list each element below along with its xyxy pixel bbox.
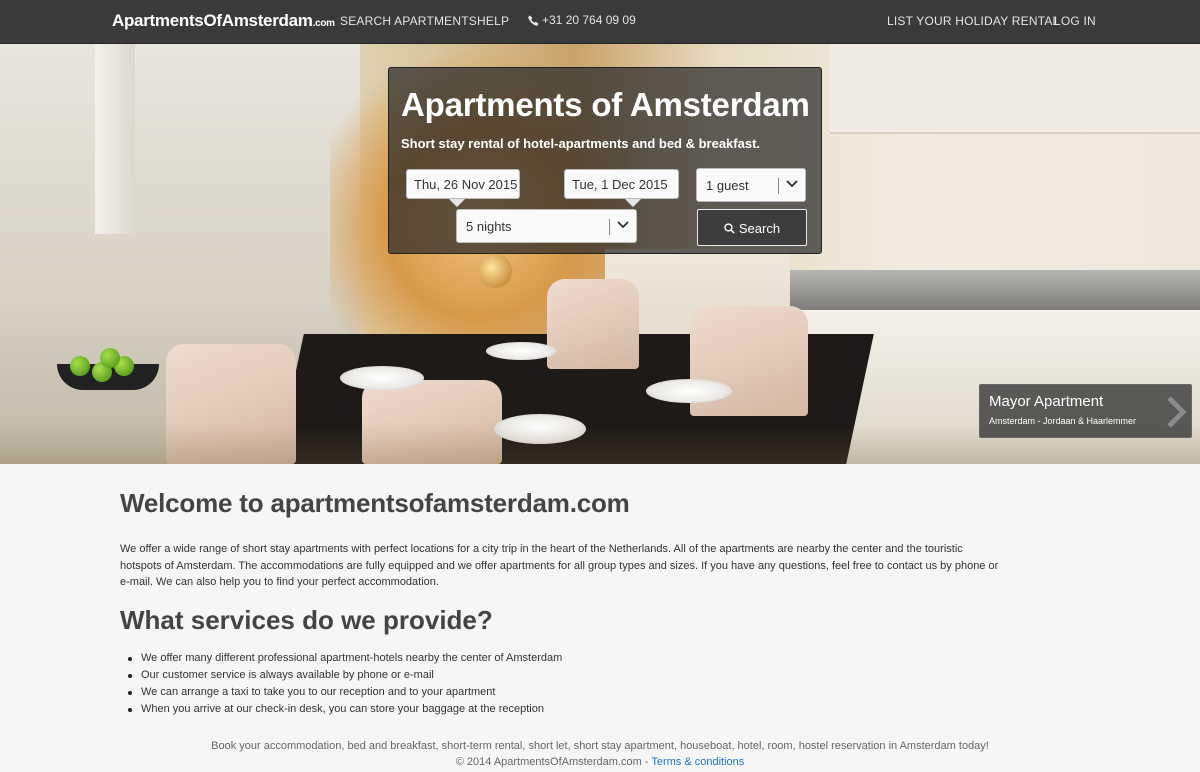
top-navbar: ApartmentsOfAmsterdam.com SEARCH APARTME… (0, 0, 1200, 44)
list-item: Our customer service is always available… (120, 667, 1020, 684)
nav-list-rental[interactable]: LIST YOUR HOLIDAY RENTAL (887, 14, 1059, 28)
services-list: We offer many different professional apa… (120, 650, 1020, 718)
list-item: We can arrange a taxi to take you to our… (120, 684, 1020, 701)
search-button-label: Search (738, 221, 781, 236)
hero-image: Apartments of Amsterdam Short stay renta… (0, 44, 1200, 464)
checkin-date-value: Thu, 26 Nov 2015 (414, 177, 518, 192)
search-icon (724, 223, 735, 234)
search-title: Apartments of Amsterdam (401, 86, 810, 123)
copyright-text: © 2014 ApartmentsOfAmsterdam.com - (455, 756, 652, 768)
footer-copyright: © 2014 ApartmentsOfAmsterdam.com - Terms… (0, 756, 1200, 768)
intro-paragraph: We offer a wide range of short stay apar… (120, 543, 999, 588)
nav-phone[interactable]: +31 20 764 09 09 (528, 13, 636, 27)
footer-tagline: Book your accommodation, bed and breakfa… (211, 740, 989, 752)
search-subtitle: Short stay rental of hotel-apartments an… (401, 136, 761, 151)
guests-select[interactable]: 1 guest (696, 168, 806, 202)
chevron-down-icon (617, 221, 629, 229)
nav-search-apartments[interactable]: SEARCH APARTMENTS (340, 14, 477, 28)
nights-select[interactable]: 5 nights (456, 209, 637, 243)
nav-login[interactable]: LOG IN (1054, 14, 1096, 28)
welcome-heading: Welcome to apartmentsofamsterdam.com (120, 488, 630, 518)
phone-number: +31 20 764 09 09 (542, 13, 636, 27)
phone-icon (528, 15, 539, 26)
search-button[interactable]: Search (697, 209, 807, 246)
checkout-date-field[interactable]: Tue, 1 Dec 2015 (564, 169, 679, 207)
checkin-date-field[interactable]: Thu, 26 Nov 2015 (406, 169, 520, 207)
guests-value: 1 guest (706, 178, 749, 193)
featured-apartment-caption[interactable]: Mayor Apartment Amsterdam - Jordaan & Ha… (979, 384, 1192, 438)
brand-logo[interactable]: ApartmentsOfAmsterdam.com (112, 11, 335, 31)
list-item: We offer many different professional apa… (120, 650, 1020, 667)
chevron-down-icon (786, 180, 798, 188)
featured-apartment-title: Mayor Apartment (989, 393, 1104, 410)
brand-tld: .com (312, 18, 335, 29)
nights-value: 5 nights (466, 219, 512, 234)
main-content: Welcome to apartmentsofamsterdam.com We … (120, 488, 1020, 718)
chevron-right-icon[interactable] (1165, 395, 1187, 429)
nav-help[interactable]: HELP (477, 14, 509, 28)
checkout-date-value: Tue, 1 Dec 2015 (572, 177, 668, 192)
search-panel: Apartments of Amsterdam Short stay renta… (388, 67, 822, 254)
terms-link[interactable]: Terms & conditions (651, 756, 744, 768)
list-item: When you arrive at our check-in desk, yo… (120, 701, 1020, 718)
featured-apartment-location: Amsterdam - Jordaan & Haarlemmer (989, 416, 1137, 426)
brand-name: ApartmentsOfAmsterdam (112, 11, 313, 30)
services-heading: What services do we provide? (120, 604, 493, 635)
